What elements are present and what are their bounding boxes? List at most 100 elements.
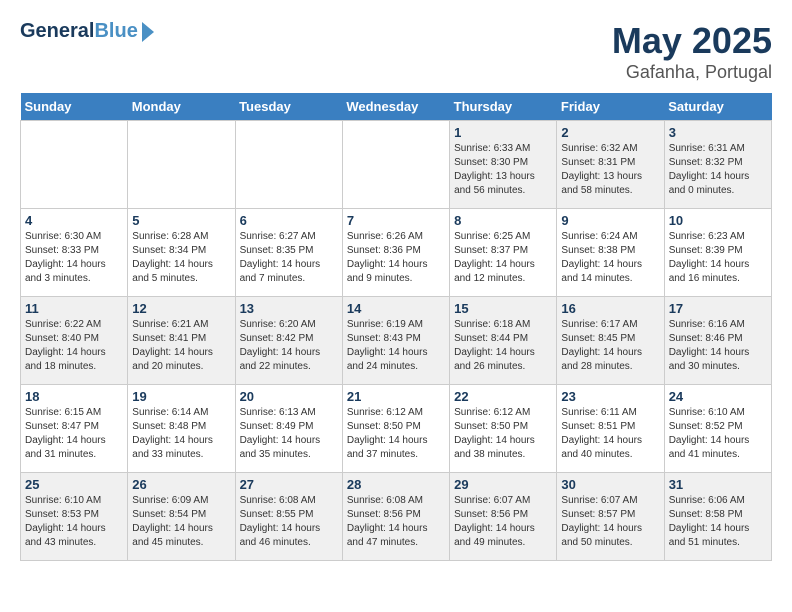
- calendar-day-cell: 14Sunrise: 6:19 AM Sunset: 8:43 PM Dayli…: [342, 297, 449, 385]
- logo: GeneralBlue: [20, 20, 154, 42]
- day-info: Sunrise: 6:06 AM Sunset: 8:58 PM Dayligh…: [669, 494, 767, 550]
- day-number: 4: [25, 213, 123, 228]
- calendar-day-cell: 7 Sunrise: 6:26 AM Sunset: 8:36 PM Daylig…: [342, 209, 449, 297]
- day-info: Sunrise: 6:16 AM Sunset: 8:46 PM Dayligh…: [669, 318, 767, 374]
- calendar-day-cell: 26 Sunrise: 6:09 AM Sunset: 8:54 PM Dayli…: [128, 473, 235, 561]
- day-info: Sunrise: 6:12 AM Sunset: 8:50 PM Dayligh…: [454, 406, 552, 462]
- calendar-day-cell: 18 Sunrise: 6:15 AM Sunset: 8:47 PM Dayli…: [21, 385, 128, 473]
- day-number: 30: [561, 477, 659, 492]
- day-info: Sunrise: 6:22 AM Sunset: 8:40 PM Dayligh…: [25, 318, 123, 374]
- page-header: GeneralBlue May 2025 Gafanha, Portugal: [20, 20, 772, 83]
- day-number: 17: [669, 301, 767, 316]
- title-block: May 2025 Gafanha, Portugal: [612, 20, 772, 83]
- day-info: Sunrise: 6:21 AM Sunset: 8:41 PM Dayligh…: [132, 318, 230, 374]
- day-number: 7: [347, 213, 445, 228]
- calendar-day-cell: 19 Sunrise: 6:14 AM Sunset: 8:48 PM Dayli…: [128, 385, 235, 473]
- day-number: 18: [25, 389, 123, 404]
- day-number: 16: [561, 301, 659, 316]
- calendar-day-cell: 25Sunrise: 6:10 AM Sunset: 8:53 PM Dayli…: [21, 473, 128, 561]
- calendar-table: SundayMondayTuesdayWednesdayThursdayFrid…: [20, 93, 772, 561]
- day-number: 3: [669, 125, 767, 140]
- day-of-week-header: Friday: [557, 93, 664, 121]
- calendar-day-cell: 2 Sunrise: 6:32 AM Sunset: 8:31 PM Daylig…: [557, 121, 664, 209]
- day-info: Sunrise: 6:15 AM Sunset: 8:47 PM Dayligh…: [25, 406, 123, 462]
- day-number: 23: [561, 389, 659, 404]
- day-number: 21: [347, 389, 445, 404]
- day-info: Sunrise: 6:33 AM Sunset: 8:30 PM Dayligh…: [454, 142, 552, 198]
- day-number: 20: [240, 389, 338, 404]
- day-info: Sunrise: 6:20 AM Sunset: 8:42 PM Dayligh…: [240, 318, 338, 374]
- calendar-week-row: 25Sunrise: 6:10 AM Sunset: 8:53 PM Dayli…: [21, 473, 772, 561]
- day-of-week-header: Wednesday: [342, 93, 449, 121]
- day-info: Sunrise: 6:13 AM Sunset: 8:49 PM Dayligh…: [240, 406, 338, 462]
- day-info: Sunrise: 6:07 AM Sunset: 8:56 PM Dayligh…: [454, 494, 552, 550]
- day-of-week-header: Thursday: [450, 93, 557, 121]
- calendar-day-cell: 20 Sunrise: 6:13 AM Sunset: 8:49 PM Dayli…: [235, 385, 342, 473]
- day-number: 26: [132, 477, 230, 492]
- day-info: Sunrise: 6:25 AM Sunset: 8:37 PM Dayligh…: [454, 230, 552, 286]
- day-number: 31: [669, 477, 767, 492]
- calendar-day-cell: 29 Sunrise: 6:07 AM Sunset: 8:56 PM Dayli…: [450, 473, 557, 561]
- day-number: 19: [132, 389, 230, 404]
- day-number: 24: [669, 389, 767, 404]
- day-info: Sunrise: 6:09 AM Sunset: 8:54 PM Dayligh…: [132, 494, 230, 550]
- day-info: Sunrise: 6:26 AM Sunset: 8:36 PM Dayligh…: [347, 230, 445, 286]
- day-info: Sunrise: 6:14 AM Sunset: 8:48 PM Dayligh…: [132, 406, 230, 462]
- calendar-day-cell: 6Sunrise: 6:27 AM Sunset: 8:35 PM Daylig…: [235, 209, 342, 297]
- calendar-day-cell: 13 Sunrise: 6:20 AM Sunset: 8:42 PM Dayli…: [235, 297, 342, 385]
- day-of-week-header: Sunday: [21, 93, 128, 121]
- logo-arrow-icon: [142, 22, 154, 42]
- logo-text: GeneralBlue: [20, 20, 138, 42]
- day-number: 8: [454, 213, 552, 228]
- day-number: 10: [669, 213, 767, 228]
- calendar-day-cell: 5 Sunrise: 6:28 AM Sunset: 8:34 PM Daylig…: [128, 209, 235, 297]
- calendar-day-cell: 10 Sunrise: 6:23 AM Sunset: 8:39 PM Dayli…: [664, 209, 771, 297]
- day-number: 13: [240, 301, 338, 316]
- calendar-week-row: 18 Sunrise: 6:15 AM Sunset: 8:47 PM Dayli…: [21, 385, 772, 473]
- day-info: Sunrise: 6:32 AM Sunset: 8:31 PM Dayligh…: [561, 142, 659, 198]
- month-year-title: May 2025: [612, 20, 772, 62]
- calendar-day-cell: 22 Sunrise: 6:12 AM Sunset: 8:50 PM Dayli…: [450, 385, 557, 473]
- day-info: Sunrise: 6:12 AM Sunset: 8:50 PM Dayligh…: [347, 406, 445, 462]
- day-info: Sunrise: 6:10 AM Sunset: 8:52 PM Dayligh…: [669, 406, 767, 462]
- day-info: Sunrise: 6:08 AM Sunset: 8:56 PM Dayligh…: [347, 494, 445, 550]
- day-number: 15: [454, 301, 552, 316]
- calendar-day-cell: 8 Sunrise: 6:25 AM Sunset: 8:37 PM Daylig…: [450, 209, 557, 297]
- calendar-day-cell: 11 Sunrise: 6:22 AM Sunset: 8:40 PM Dayli…: [21, 297, 128, 385]
- day-info: Sunrise: 6:10 AM Sunset: 8:53 PM Dayligh…: [25, 494, 123, 550]
- calendar-day-cell: 30 Sunrise: 6:07 AM Sunset: 8:57 PM Dayli…: [557, 473, 664, 561]
- day-number: 2: [561, 125, 659, 140]
- day-info: Sunrise: 6:07 AM Sunset: 8:57 PM Dayligh…: [561, 494, 659, 550]
- calendar-day-cell: 31 Sunrise: 6:06 AM Sunset: 8:58 PM Dayli…: [664, 473, 771, 561]
- calendar-day-cell: 4 Sunrise: 6:30 AM Sunset: 8:33 PM Daylig…: [21, 209, 128, 297]
- calendar-day-cell: 17 Sunrise: 6:16 AM Sunset: 8:46 PM Dayli…: [664, 297, 771, 385]
- day-info: Sunrise: 6:28 AM Sunset: 8:34 PM Dayligh…: [132, 230, 230, 286]
- day-info: Sunrise: 6:23 AM Sunset: 8:39 PM Dayligh…: [669, 230, 767, 286]
- day-number: 9: [561, 213, 659, 228]
- calendar-day-cell: 28 Sunrise: 6:08 AM Sunset: 8:56 PM Dayli…: [342, 473, 449, 561]
- calendar-day-cell: 23Sunrise: 6:11 AM Sunset: 8:51 PM Dayli…: [557, 385, 664, 473]
- calendar-day-cell: 16Sunrise: 6:17 AM Sunset: 8:45 PM Dayli…: [557, 297, 664, 385]
- calendar-day-cell: 3Sunrise: 6:31 AM Sunset: 8:32 PM Daylig…: [664, 121, 771, 209]
- calendar-day-cell: 1Sunrise: 6:33 AM Sunset: 8:30 PM Daylig…: [450, 121, 557, 209]
- day-of-week-header: Tuesday: [235, 93, 342, 121]
- calendar-week-row: 4 Sunrise: 6:30 AM Sunset: 8:33 PM Daylig…: [21, 209, 772, 297]
- day-number: 27: [240, 477, 338, 492]
- day-info: Sunrise: 6:08 AM Sunset: 8:55 PM Dayligh…: [240, 494, 338, 550]
- day-number: 11: [25, 301, 123, 316]
- location-subtitle: Gafanha, Portugal: [612, 62, 772, 83]
- day-of-week-header: Saturday: [664, 93, 771, 121]
- day-number: 22: [454, 389, 552, 404]
- calendar-day-cell: 9Sunrise: 6:24 AM Sunset: 8:38 PM Daylig…: [557, 209, 664, 297]
- calendar-day-cell: 24 Sunrise: 6:10 AM Sunset: 8:52 PM Dayli…: [664, 385, 771, 473]
- day-number: 29: [454, 477, 552, 492]
- day-number: 28: [347, 477, 445, 492]
- day-info: Sunrise: 6:30 AM Sunset: 8:33 PM Dayligh…: [25, 230, 123, 286]
- calendar-day-cell: [342, 121, 449, 209]
- day-number: 14: [347, 301, 445, 316]
- calendar-day-cell: 12Sunrise: 6:21 AM Sunset: 8:41 PM Dayli…: [128, 297, 235, 385]
- calendar-week-row: 1Sunrise: 6:33 AM Sunset: 8:30 PM Daylig…: [21, 121, 772, 209]
- day-info: Sunrise: 6:27 AM Sunset: 8:35 PM Dayligh…: [240, 230, 338, 286]
- day-number: 5: [132, 213, 230, 228]
- day-info: Sunrise: 6:18 AM Sunset: 8:44 PM Dayligh…: [454, 318, 552, 374]
